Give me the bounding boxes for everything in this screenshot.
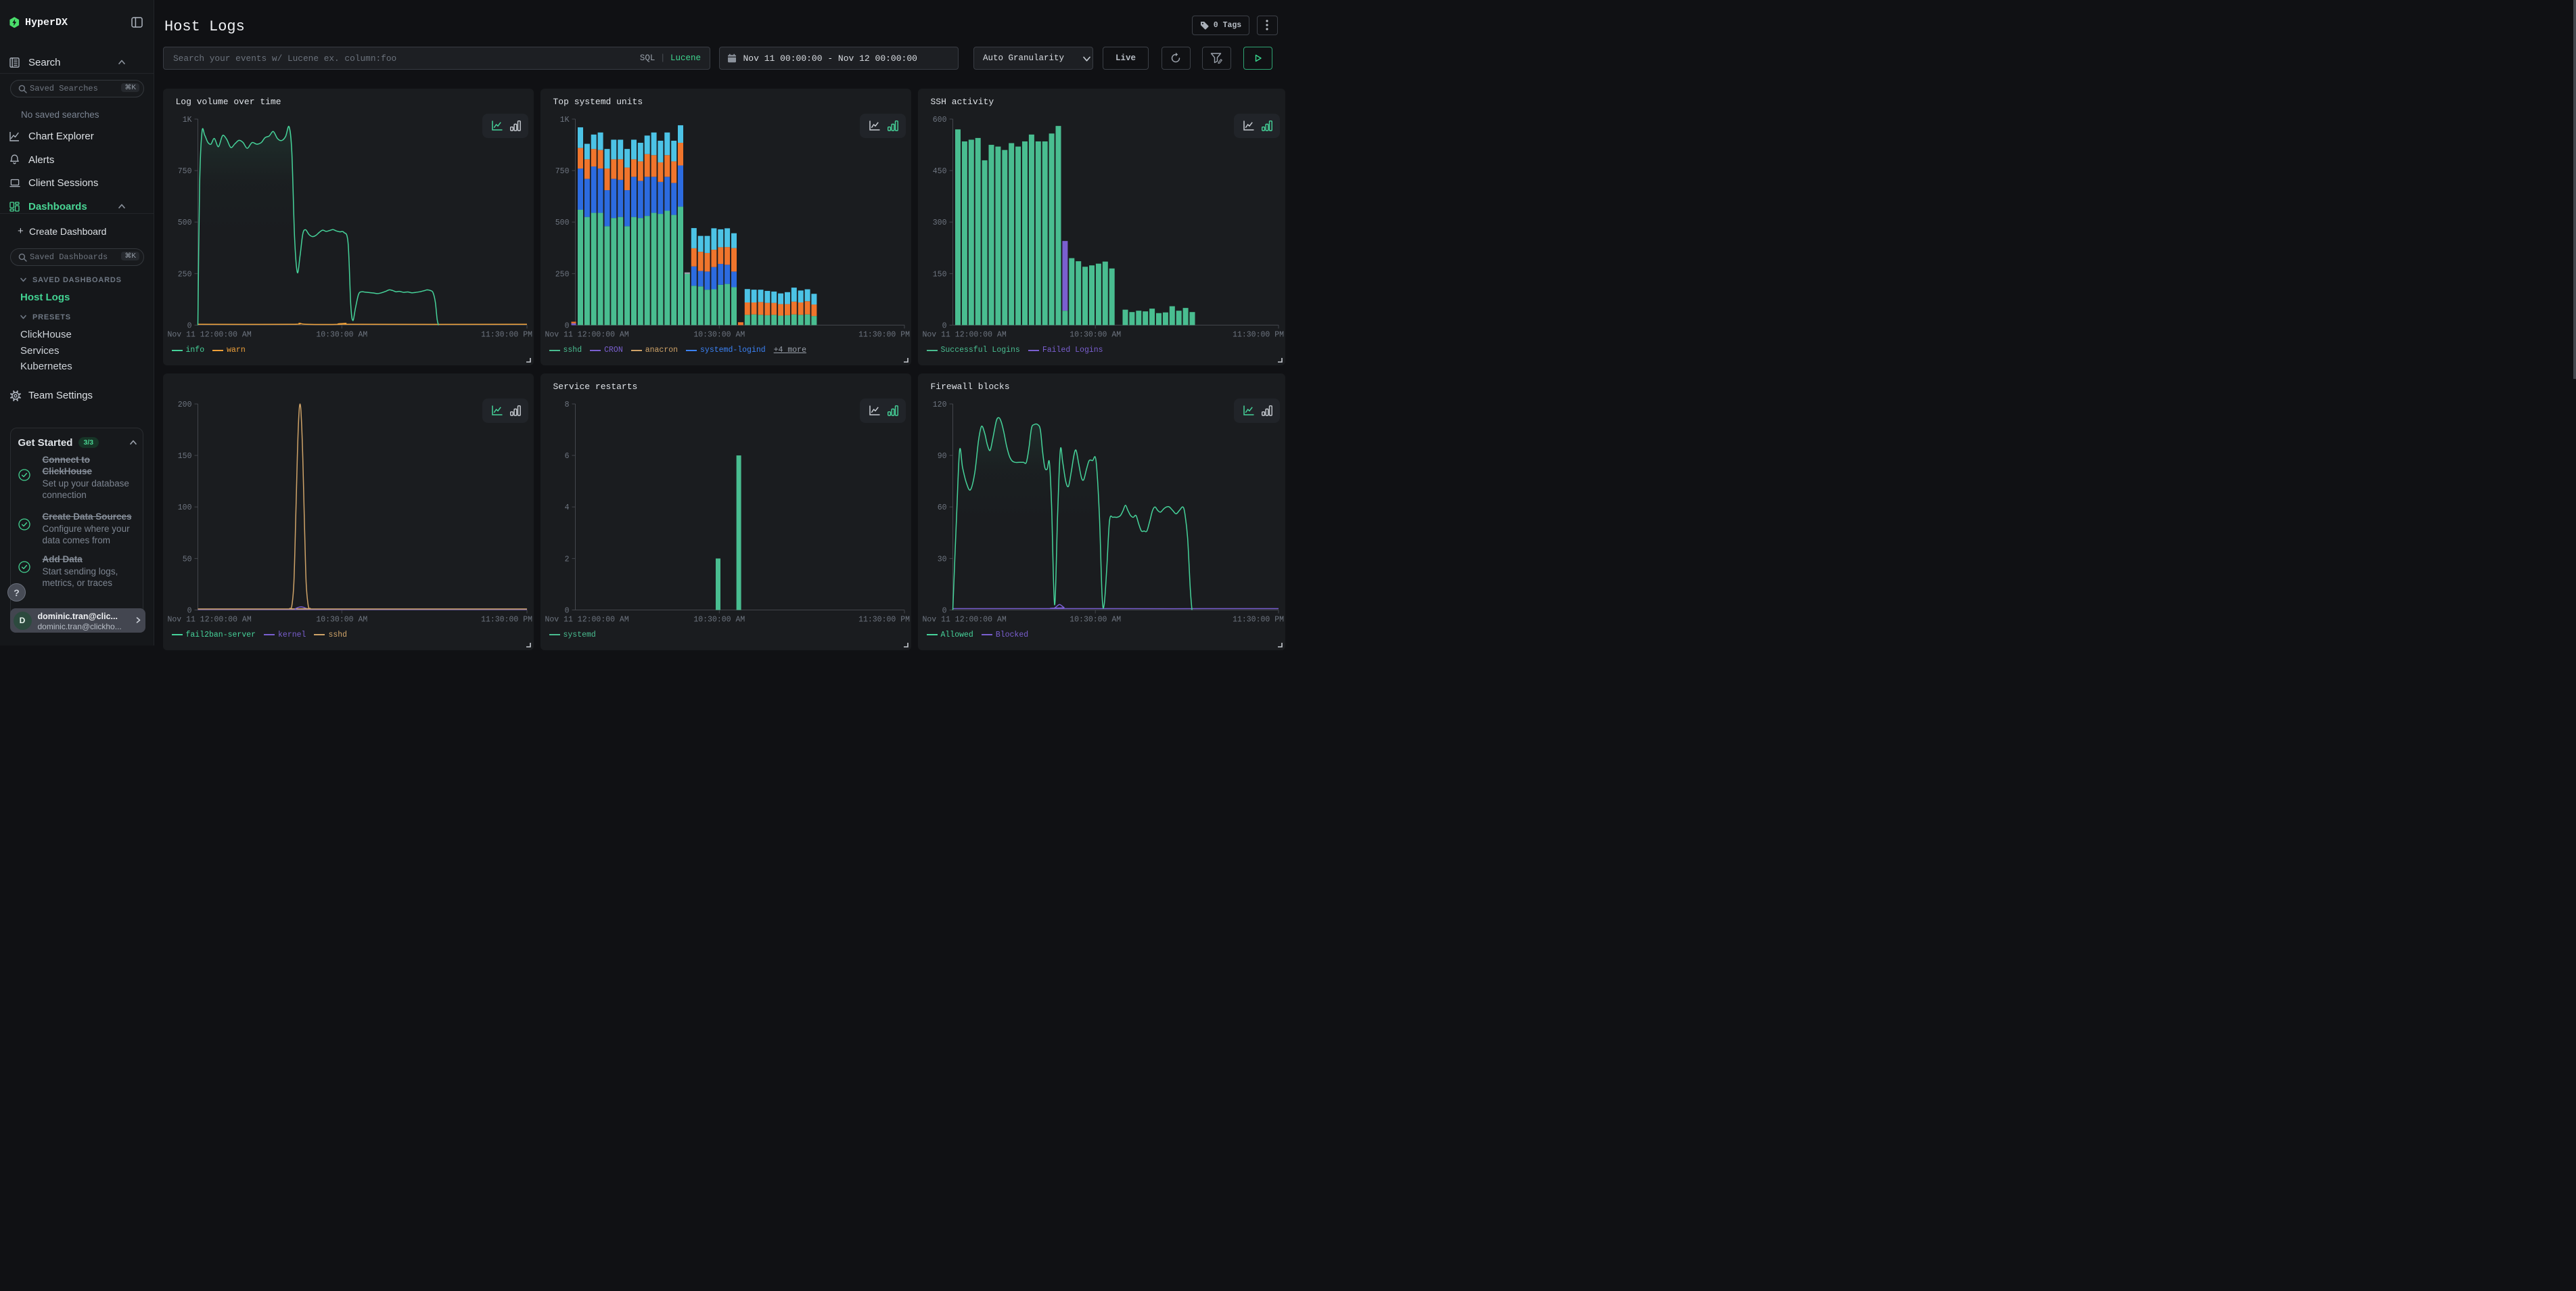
svg-text:60: 60 xyxy=(938,503,947,512)
svg-text:250: 250 xyxy=(555,270,570,279)
svg-text:1K: 1K xyxy=(560,116,570,124)
svg-text:750: 750 xyxy=(178,167,192,176)
svg-text:450: 450 xyxy=(933,167,947,176)
svg-text:Nov 11 12:00:00 AM: Nov 11 12:00:00 AM xyxy=(923,331,1007,340)
svg-text:Nov 11 12:00:00 AM: Nov 11 12:00:00 AM xyxy=(545,615,629,624)
svg-text:8: 8 xyxy=(565,401,570,409)
svg-text:11:30:00 PM: 11:30:00 PM xyxy=(858,615,910,624)
svg-text:0: 0 xyxy=(942,322,947,331)
svg-text:250: 250 xyxy=(178,270,192,279)
svg-text:10:30:00 AM: 10:30:00 AM xyxy=(316,615,367,624)
svg-text:0: 0 xyxy=(565,606,570,615)
svg-text:11:30:00 PM: 11:30:00 PM xyxy=(1233,331,1284,340)
svg-text:10:30:00 AM: 10:30:00 AM xyxy=(693,331,745,340)
svg-text:2: 2 xyxy=(565,555,570,564)
svg-text:Nov 11 12:00:00 AM: Nov 11 12:00:00 AM xyxy=(168,615,252,624)
svg-text:Nov 11 12:00:00 AM: Nov 11 12:00:00 AM xyxy=(545,331,629,340)
svg-text:500: 500 xyxy=(555,219,570,227)
svg-text:11:30:00 PM: 11:30:00 PM xyxy=(858,331,910,340)
svg-text:0: 0 xyxy=(942,606,947,615)
svg-text:11:30:00 PM: 11:30:00 PM xyxy=(1233,615,1284,624)
svg-text:10:30:00 AM: 10:30:00 AM xyxy=(693,615,745,624)
svg-text:150: 150 xyxy=(933,270,947,279)
svg-text:0: 0 xyxy=(565,322,570,331)
svg-text:600: 600 xyxy=(933,116,947,124)
svg-text:750: 750 xyxy=(555,167,570,176)
svg-text:10:30:00 AM: 10:30:00 AM xyxy=(1070,331,1121,340)
svg-text:11:30:00 PM: 11:30:00 PM xyxy=(481,331,532,340)
svg-text:0: 0 xyxy=(187,606,192,615)
svg-text:500: 500 xyxy=(178,219,192,227)
svg-text:10:30:00 AM: 10:30:00 AM xyxy=(316,331,367,340)
svg-text:300: 300 xyxy=(933,219,947,227)
svg-text:0: 0 xyxy=(187,322,192,331)
svg-text:6: 6 xyxy=(565,452,570,461)
svg-text:200: 200 xyxy=(178,401,192,409)
svg-text:Nov 11 12:00:00 AM: Nov 11 12:00:00 AM xyxy=(923,615,1007,624)
svg-text:10:30:00 AM: 10:30:00 AM xyxy=(1070,615,1121,624)
svg-text:11:30:00 PM: 11:30:00 PM xyxy=(481,615,532,624)
svg-text:120: 120 xyxy=(933,401,947,409)
svg-text:100: 100 xyxy=(178,503,192,512)
svg-text:30: 30 xyxy=(938,555,947,564)
svg-text:90: 90 xyxy=(938,452,947,461)
svg-text:50: 50 xyxy=(183,555,192,564)
svg-text:4: 4 xyxy=(565,503,570,512)
svg-text:1K: 1K xyxy=(183,116,192,124)
svg-text:Nov 11 12:00:00 AM: Nov 11 12:00:00 AM xyxy=(168,331,252,340)
svg-text:150: 150 xyxy=(178,452,192,461)
